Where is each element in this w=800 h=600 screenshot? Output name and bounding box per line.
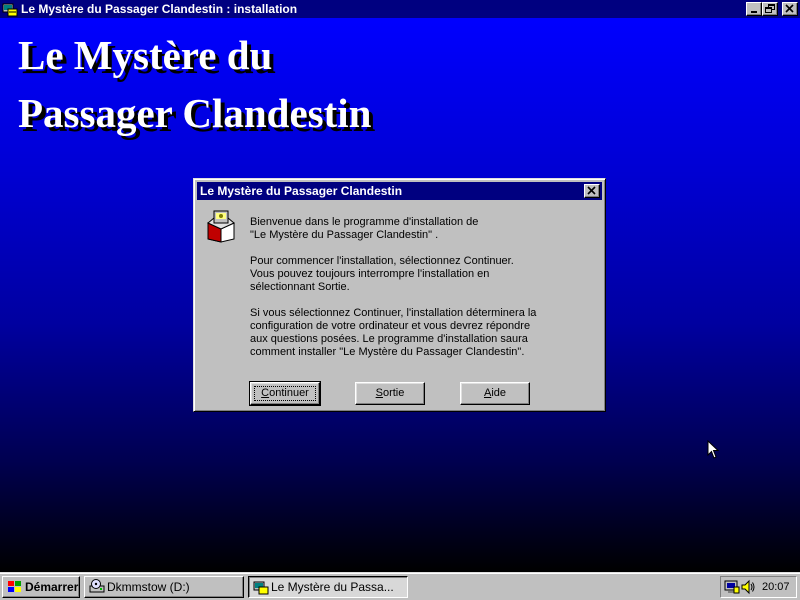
setup-icon xyxy=(253,581,269,595)
dialog-title: Le Mystère du Passager Clandestin xyxy=(200,184,403,198)
display-settings-icon[interactable] xyxy=(724,579,740,595)
clock[interactable]: 20:07 xyxy=(762,577,790,597)
mouse-cursor-icon xyxy=(707,440,719,459)
welcome-paragraph: Bienvenue dans le programme d'installati… xyxy=(250,216,479,241)
dialog-message: Bienvenue dans le programme d'installati… xyxy=(250,216,600,372)
system-tray: 20:07 xyxy=(720,576,797,598)
window-title: Le Mystère du Passager Clandestin : inst… xyxy=(21,2,298,16)
setup-icon[interactable] xyxy=(2,1,18,17)
instructions-paragraph: Pour commencer l'installation, sélection… xyxy=(250,255,514,293)
drive-icon xyxy=(89,579,105,593)
taskbar: Démarrer Dkmmstow (D:) Le Mystère du Pas… xyxy=(0,572,800,600)
restore-button[interactable] xyxy=(762,2,778,16)
backdrop-title: Le Mystère du Passager Clandestin xyxy=(18,32,372,136)
continue-button[interactable]: Continuer xyxy=(249,381,321,406)
help-label: ide xyxy=(491,387,507,399)
close-icon xyxy=(785,4,794,13)
help-button[interactable]: Aide xyxy=(460,382,530,405)
exit-button[interactable]: Sortie xyxy=(355,382,425,405)
start-label: Démarrer xyxy=(25,580,79,594)
focus-rectangle xyxy=(254,386,316,401)
minimize-icon xyxy=(751,11,757,13)
dialog-titlebar[interactable]: Le Mystère du Passager Clandestin xyxy=(197,182,602,200)
welcome-dialog: Le Mystère du Passager Clandestin Bienve… xyxy=(193,178,606,412)
close-button[interactable] xyxy=(782,2,798,16)
minimize-button[interactable] xyxy=(746,2,762,16)
dialog-close-button[interactable] xyxy=(584,184,600,198)
windows-logo-icon xyxy=(8,581,21,592)
details-paragraph: Si vous sélectionnez Continuer, l'instal… xyxy=(250,307,537,358)
close-icon xyxy=(587,186,596,195)
setup-box-icon xyxy=(207,210,235,243)
exit-mnemonic: S xyxy=(375,387,383,399)
speaker-icon[interactable] xyxy=(740,579,756,595)
exit-label: ortie xyxy=(382,387,405,399)
start-button[interactable]: Démarrer xyxy=(2,576,80,598)
taskbar-item-setup[interactable]: Le Mystère du Passa... xyxy=(248,576,408,598)
taskbar-item-drive[interactable]: Dkmmstow (D:) xyxy=(84,576,244,598)
window-titlebar[interactable]: Le Mystère du Passager Clandestin : inst… xyxy=(0,0,800,18)
restore-icon xyxy=(765,4,775,13)
taskbar-item-label: Dkmmstow (D:) xyxy=(107,580,190,594)
taskbar-item-label: Le Mystère du Passa... xyxy=(271,580,394,594)
